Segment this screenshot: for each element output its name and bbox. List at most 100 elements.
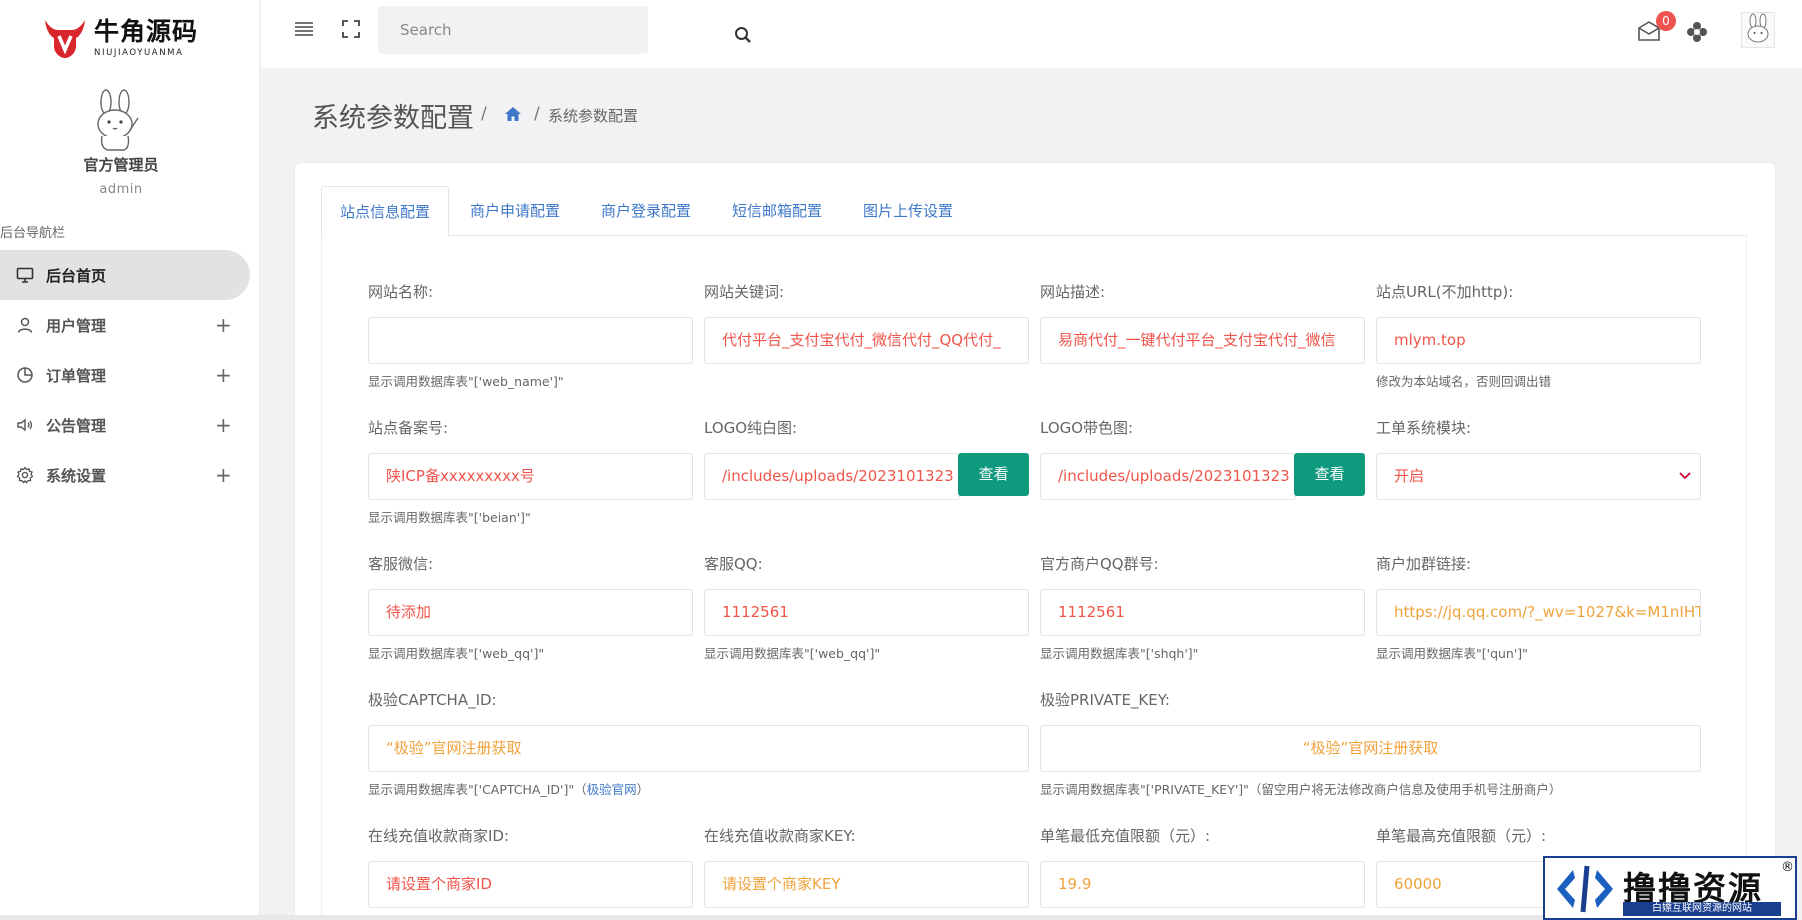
service-wechat-input[interactable]: 待添加 [368, 589, 693, 636]
user-avatar[interactable] [86, 88, 146, 152]
private-key-input[interactable]: “极验”官网注册获取 [1040, 725, 1701, 772]
web-name-label: 网站名称: [368, 283, 434, 301]
pie-chart-icon [16, 366, 34, 384]
speaker-icon [16, 416, 34, 434]
tab-merchant-apply[interactable]: 商户申请配置 [452, 186, 578, 237]
group-link-hint: 显示调用数据库表"['qun']" [1376, 646, 1528, 661]
logo-color-input[interactable]: /includes/uploads/2023101323 [1040, 453, 1296, 500]
sidebar-item-settings[interactable]: 系统设置 + [0, 450, 260, 500]
search-icon[interactable] [734, 26, 752, 44]
hint-text: ） [636, 782, 650, 797]
bull-logo-icon [45, 20, 85, 58]
geetest-link[interactable]: 极验官网 [587, 782, 637, 797]
logo-color-view-button[interactable]: 查看 [1294, 453, 1365, 496]
sidebar-nav: 后台首页 用户管理 + 订单管理 + 公告管理 + 系统设置 + [0, 250, 260, 500]
tab-image-upload[interactable]: 图片上传设置 [845, 186, 971, 237]
private-key-hint: 显示调用数据库表"['PRIVATE_KEY']"（留空用户将无法修改商户信息及… [1040, 782, 1562, 797]
expand-icon[interactable]: + [215, 313, 232, 337]
profile-avatar[interactable] [1741, 12, 1775, 48]
min-amount-input[interactable]: 19.9 [1040, 861, 1365, 908]
user-icon [16, 316, 34, 334]
notification-badge: 0 [1656, 11, 1676, 31]
captcha-id-label: 极验CAPTCHA_ID: [368, 691, 497, 709]
ticket-module-select[interactable]: 开启 [1376, 453, 1701, 500]
watermark-mark-icon [1557, 865, 1613, 913]
monitor-icon [16, 266, 34, 284]
user-name: 官方管理员 [83, 156, 159, 174]
sidebar-item-label: 系统设置 [46, 466, 107, 485]
expand-icon[interactable]: + [215, 413, 232, 437]
expand-icon[interactable]: + [215, 363, 232, 387]
settings-gear-icon[interactable] [1685, 20, 1709, 44]
site-url-input[interactable]: mlym.top [1376, 317, 1701, 364]
description-label: 网站描述: [1040, 283, 1106, 301]
min-amount-label: 单笔最低充值限额（元）: [1040, 827, 1211, 845]
pay-merchant-key-label: 在线充值收款商家KEY: [704, 827, 856, 845]
captcha-id-input[interactable]: “极验”官网注册获取 [368, 725, 1029, 772]
merchant-group-input[interactable]: 1112561 [1040, 589, 1365, 636]
fullscreen-icon[interactable] [341, 19, 361, 39]
tab-bar: 站点信息配置 商户申请配置 商户登录配置 短信邮箱配置 图片上传设置 [321, 186, 1747, 237]
sidebar-item-orders[interactable]: 订单管理 + [0, 350, 260, 400]
beian-label: 站点备案号: [368, 419, 449, 437]
sidebar-item-users[interactable]: 用户管理 + [0, 300, 260, 350]
description-input[interactable]: 易商代付_一键代付平台_支付宝代付_微信 [1040, 317, 1365, 364]
beian-input[interactable]: 陕ICP备xxxxxxxxx号 [368, 453, 693, 500]
pay-merchant-id-label: 在线充值收款商家ID: [368, 827, 510, 845]
menu-toggle-icon[interactable] [293, 20, 315, 38]
nav-title: 后台导航栏 [0, 226, 66, 241]
config-card: 站点信息配置 商户申请配置 商户登录配置 短信邮箱配置 图片上传设置 网站名称:… [295, 163, 1775, 920]
captcha-id-hint: 显示调用数据库表"['CAPTCHA_ID']"（极验官网） [368, 779, 649, 798]
user-role: admin [99, 182, 143, 197]
registered-mark: ® [1781, 860, 1794, 875]
private-key-label: 极验PRIVATE_KEY: [1040, 691, 1170, 709]
sidebar-item-label: 用户管理 [46, 316, 107, 335]
breadcrumb-separator: / [481, 104, 487, 124]
pay-merchant-key-input[interactable]: 请设置个商家KEY [704, 861, 1029, 908]
search-box [378, 6, 751, 54]
sidebar: 牛角源码 NIUJIAOYUANMA 官方管理员 admin 后台导航栏 后台首… [0, 0, 260, 920]
service-qq-input[interactable]: 1112561 [704, 589, 1029, 636]
brand-logo[interactable]: 牛角源码 NIUJIAOYUANMA [42, 16, 198, 60]
page-title: 系统参数配置 [312, 103, 474, 134]
service-qq-hint: 显示调用数据库表"['web_qq']" [704, 646, 881, 661]
group-link-label: 商户加群链接: [1376, 555, 1472, 573]
bottom-divider [0, 915, 1543, 920]
logo-white-view-button[interactable]: 查看 [958, 453, 1029, 496]
ticket-module-label: 工单系统模块: [1376, 419, 1472, 437]
expand-icon[interactable]: + [215, 463, 232, 487]
tab-sms-email[interactable]: 短信邮箱配置 [714, 186, 840, 237]
merchant-group-hint: 显示调用数据库表"['shqh']" [1040, 646, 1199, 661]
tab-merchant-login[interactable]: 商户登录配置 [583, 186, 709, 237]
search-input[interactable] [378, 6, 608, 54]
brand-name: 牛角源码 [94, 17, 199, 46]
breadcrumb-current: 系统参数配置 [548, 107, 639, 125]
sidebar-item-notices[interactable]: 公告管理 + [0, 400, 260, 450]
web-name-input[interactable] [368, 317, 693, 364]
sidebar-item-label: 后台首页 [46, 266, 107, 285]
keywords-label: 网站关键词: [704, 283, 785, 301]
site-url-label: 站点URL(不加http): [1376, 283, 1514, 301]
chevron-down-icon[interactable] [1679, 472, 1691, 480]
topbar: 0 [261, 0, 1802, 68]
watermark-logo: 撸撸资源 白嫖互联网资源的网站 ® [1543, 856, 1797, 920]
beian-hint: 显示调用数据库表"['beian']" [368, 510, 531, 525]
logo-color-label: LOGO带色图: [1040, 419, 1134, 437]
logo-white-label: LOGO纯白图: [704, 419, 798, 437]
merchant-group-label: 官方商户QQ群号: [1040, 555, 1159, 573]
sidebar-item-label: 公告管理 [46, 416, 107, 435]
site-url-hint: 修改为本站域名，否则回调出错 [1376, 374, 1552, 389]
breadcrumb-separator: / [534, 104, 540, 124]
pay-merchant-id-input[interactable]: 请设置个商家ID [368, 861, 693, 908]
web-name-hint: 显示调用数据库表"['web_name']" [368, 374, 564, 389]
sidebar-item-home[interactable]: 后台首页 [0, 250, 250, 300]
service-wechat-hint: 显示调用数据库表"['web_qq']" [368, 646, 545, 661]
group-link-input[interactable]: https://jq.qq.com/?_wv=1027&k=M1nIHT0 [1376, 589, 1701, 636]
sidebar-item-label: 订单管理 [46, 366, 107, 385]
logo-white-input[interactable]: /includes/uploads/2023101323 [704, 453, 960, 500]
gear-icon [16, 466, 34, 484]
brand-name-en: NIUJIAOYUANMA [94, 48, 184, 58]
keywords-input[interactable]: 代付平台_支付宝代付_微信代付_QQ代付_ [704, 317, 1029, 364]
tab-site-info[interactable]: 站点信息配置 [321, 186, 450, 237]
home-icon[interactable] [504, 106, 522, 122]
